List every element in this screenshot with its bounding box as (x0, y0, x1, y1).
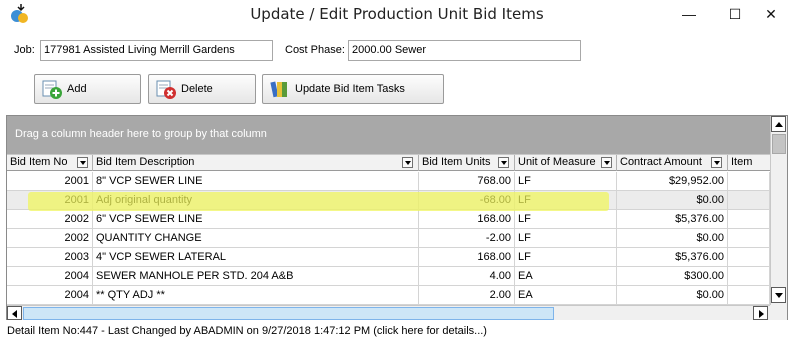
table-cell[interactable]: $0.00 (617, 286, 728, 305)
table-cell[interactable] (728, 172, 770, 191)
column-header-units[interactable]: Bid Item Units (419, 155, 515, 171)
table-cell[interactable]: 4" VCP SEWER LATERAL (93, 248, 419, 267)
table-cell[interactable]: $0.00 (617, 191, 728, 210)
table-cell[interactable]: LF (515, 210, 617, 229)
table-cell[interactable] (728, 248, 770, 267)
table-cell[interactable]: 8" VCP SEWER LINE (93, 172, 419, 191)
table-cell[interactable]: 6" VCP SEWER LINE (93, 210, 419, 229)
highlight-marker (28, 192, 609, 211)
table-cell[interactable]: ** QTY ADJ ** (93, 286, 419, 305)
column-header-bid-item-no[interactable]: Bid Item No (7, 155, 93, 171)
scroll-left-button[interactable] (7, 306, 22, 320)
delete-label: Delete (181, 83, 213, 95)
table-cell[interactable]: $5,376.00 (617, 210, 728, 229)
table-cell[interactable]: EA (515, 286, 617, 305)
horizontal-scroll-thumb[interactable] (23, 307, 554, 320)
table-cell[interactable]: 2001 (7, 172, 93, 191)
job-field[interactable]: 177981 Assisted Living Merrill Gardens (40, 40, 273, 61)
grid-rows: 20018" VCP SEWER LINE768.00LF$29,952.002… (7, 172, 770, 305)
table-cell[interactable]: $5,376.00 (617, 248, 728, 267)
add-button[interactable]: Add (34, 74, 141, 104)
table-cell[interactable]: 2002 (7, 229, 93, 248)
delete-icon (156, 80, 176, 99)
close-button[interactable]: ✕ (748, 0, 794, 28)
table-cell[interactable]: $29,952.00 (617, 172, 728, 191)
table-row[interactable]: 2004 SEWER MANHOLE PER STD. 204 A&B 4.00 EA… (7, 267, 770, 286)
table-cell[interactable] (728, 191, 770, 210)
scroll-right-button[interactable] (753, 306, 768, 320)
grid-header: Bid Item No Bid Item Description Bid Ite… (7, 154, 770, 171)
table-cell[interactable]: 4.00 (419, 267, 515, 286)
scrollbar-corner (770, 305, 787, 320)
table-cell[interactable]: $0.00 (617, 229, 728, 248)
dropdown-arrow-icon[interactable] (498, 157, 509, 168)
table-row[interactable]: 2002 6" VCP SEWER LINE 168.00 LF $5,376.00 (7, 210, 770, 229)
table-cell[interactable]: 768.00 (419, 172, 515, 191)
table-cell[interactable]: LF (515, 172, 617, 191)
cost-phase-field[interactable]: 2000.00 Sewer (348, 40, 581, 61)
table-cell[interactable]: 2003 (7, 248, 93, 267)
group-by-panel[interactable]: Drag a column header here to group by th… (7, 116, 770, 154)
title-bar: Update / Edit Production Unit Bid Items … (0, 0, 794, 30)
vertical-scroll-thumb[interactable] (772, 134, 786, 154)
add-label: Add (67, 83, 87, 95)
vertical-scrollbar[interactable] (770, 116, 787, 305)
table-cell[interactable]: 2004 (7, 286, 93, 305)
minimize-button[interactable]: — (666, 0, 712, 28)
table-cell[interactable]: 2.00 (419, 286, 515, 305)
table-cell[interactable] (728, 286, 770, 305)
table-cell[interactable] (728, 229, 770, 248)
table-cell[interactable]: -2.00 (419, 229, 515, 248)
horizontal-scrollbar[interactable] (7, 305, 770, 320)
table-cell[interactable]: SEWER MANHOLE PER STD. 204 A&B (93, 267, 419, 286)
table-cell[interactable]: QUANTITY CHANGE (93, 229, 419, 248)
cost-phase-label: Cost Phase: (285, 44, 345, 56)
column-header-uom[interactable]: Unit of Measure (515, 155, 617, 171)
table-cell[interactable]: 2002 (7, 210, 93, 229)
scroll-up-button[interactable] (771, 116, 786, 132)
column-header-item[interactable]: Item (728, 155, 770, 171)
column-header-contract-amount[interactable]: Contract Amount (617, 155, 728, 171)
column-header-description[interactable]: Bid Item Description (93, 155, 419, 171)
dropdown-arrow-icon[interactable] (711, 157, 722, 168)
table-row[interactable]: 2003 4" VCP SEWER LATERAL 168.00 LF $5,376.0… (7, 248, 770, 267)
scroll-down-button[interactable] (771, 287, 786, 303)
table-cell[interactable] (728, 267, 770, 286)
dropdown-arrow-icon[interactable] (402, 157, 413, 168)
delete-button[interactable]: Delete (148, 74, 256, 104)
table-cell[interactable]: EA (515, 267, 617, 286)
table-cell[interactable]: $300.00 (617, 267, 728, 286)
table-row[interactable]: 2002 QUANTITY CHANGE -2.00 LF $0.00 (7, 229, 770, 248)
bid-items-grid[interactable]: Drag a column header here to group by th… (6, 115, 788, 320)
job-label: Job: (14, 44, 35, 56)
table-cell[interactable]: LF (515, 248, 617, 267)
table-cell[interactable]: 168.00 (419, 210, 515, 229)
table-cell[interactable]: LF (515, 229, 617, 248)
table-cell[interactable]: 168.00 (419, 248, 515, 267)
add-icon (42, 80, 62, 99)
table-row[interactable]: 2001 8" VCP SEWER LINE 768.00 LF $29,952.00 (7, 172, 770, 191)
table-row[interactable]: 2004 ** QTY ADJ ** 2.00 EA $0.00 (7, 286, 770, 305)
update-bid-item-tasks-label: Update Bid Item Tasks (295, 83, 405, 95)
status-bar-details-link[interactable]: Detail Item No:447 - Last Changed by ABA… (7, 325, 487, 337)
books-icon (270, 81, 287, 98)
table-cell[interactable]: 2004 (7, 267, 93, 286)
dropdown-arrow-icon[interactable] (601, 157, 612, 168)
update-bid-item-tasks-button[interactable]: Update Bid Item Tasks (262, 74, 444, 104)
table-cell[interactable] (728, 210, 770, 229)
dropdown-arrow-icon[interactable] (77, 157, 88, 168)
